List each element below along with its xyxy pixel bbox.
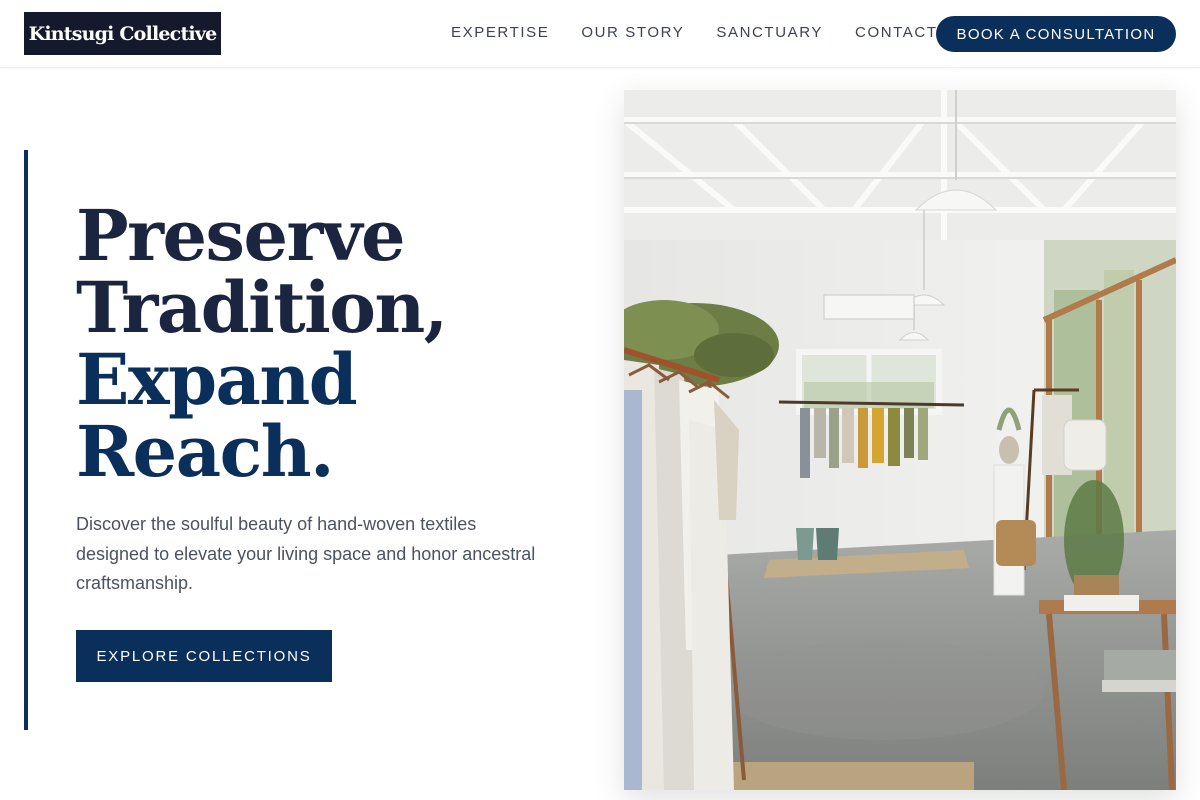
nav-link-sanctuary[interactable]: SANCTUARY [716, 24, 823, 44]
hero-description: Discover the soulful beauty of hand-wove… [76, 514, 536, 593]
headline-line-2: Tradition, [76, 266, 448, 349]
hero-headline: Preserve Tradition, Expand Reach. [76, 200, 596, 488]
explore-collections-button[interactable]: EXPLORE COLLECTIONS [76, 630, 332, 682]
nav-link-our-story[interactable]: OUR STORY [581, 24, 684, 44]
book-consultation-button[interactable]: BOOK A CONSULTATION [936, 16, 1176, 52]
boutique-interior-photo [624, 90, 1176, 790]
hero-accent-bar [24, 150, 28, 730]
headline-line-1: Preserve [76, 194, 406, 277]
headline-line-4: Reach. [76, 410, 334, 493]
nav-link-expertise[interactable]: EXPERTISE [451, 24, 549, 44]
nav-link-contact[interactable]: CONTACT [855, 24, 938, 44]
brand-logo[interactable]: Kintsugi Collective [24, 12, 221, 55]
site-header: Kintsugi Collective EXPERTISE OUR STORY … [0, 0, 1200, 68]
main-nav: EXPERTISE OUR STORY SANCTUARY CONTACT [451, 24, 970, 44]
headline-line-3: Expand [76, 338, 358, 421]
